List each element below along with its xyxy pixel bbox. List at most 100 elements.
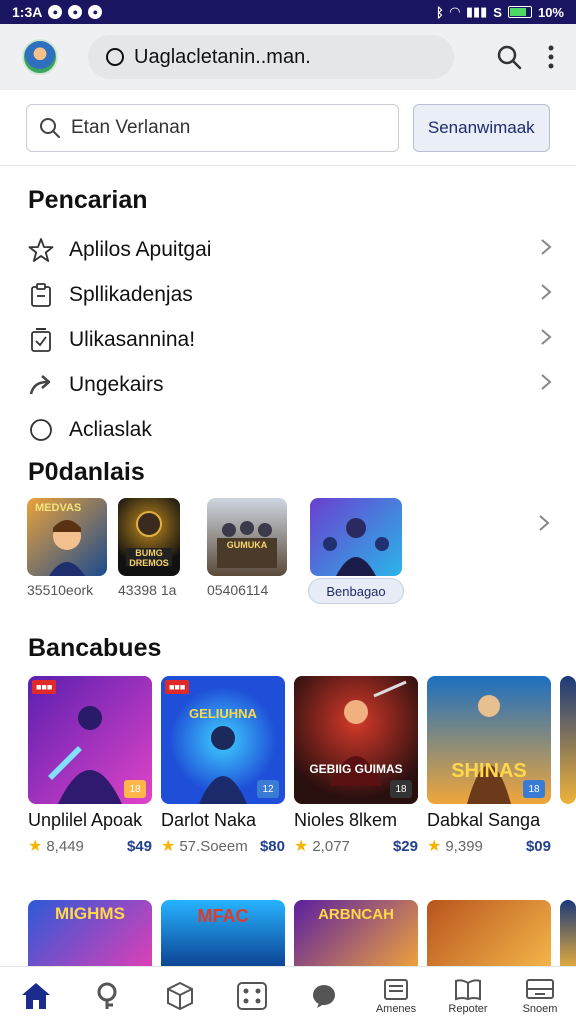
menu-item-aktifitas[interactable]: Acliaslak	[28, 410, 552, 450]
game-card-rating: 8,449	[46, 837, 84, 855]
nav-dice[interactable]	[220, 981, 284, 1011]
game-card-title[interactable]: Unplilel Apoak	[28, 810, 142, 831]
bluetooth-icon: ᛒ	[436, 4, 444, 20]
game-card-image[interactable]: SHINAS 18	[427, 676, 551, 804]
menu-item-unggahan[interactable]: Ungekairs	[28, 365, 552, 405]
game-card-image[interactable]	[427, 900, 551, 972]
nav-cube[interactable]	[148, 981, 212, 1011]
bottom-nav: Amenes Repoter Snoem	[0, 966, 576, 1024]
menu-item-aplikasi[interactable]: Aplilos Apuitgai	[28, 230, 552, 270]
nav-home[interactable]	[4, 981, 68, 1011]
nav-repoter[interactable]: Repoter	[436, 977, 500, 1015]
avatar[interactable]	[22, 39, 58, 75]
url-field[interactable]: Uaglacletanin..man.	[88, 35, 454, 79]
status-bar: 1:3A ● ● ● ᛒ ◠ ▮▮▮ S 10%	[0, 0, 576, 24]
game-card-price: $49	[126, 837, 152, 855]
nav-chat[interactable]	[292, 983, 356, 1009]
thumb-caption: 05406114	[207, 582, 269, 598]
url-text: Uaglacletanin..man.	[134, 45, 311, 68]
game-card-meta: ★ 57.Soeem $80	[161, 836, 285, 856]
menu-item-label: Ungekairs	[69, 373, 164, 396]
search-icon	[39, 117, 61, 139]
new-badge: ■■■	[165, 680, 190, 694]
game-card-title[interactable]: Darlot Naka	[161, 810, 256, 831]
nav-label: Amenes	[375, 1002, 417, 1015]
game-thumb[interactable]	[310, 498, 402, 576]
game-card-meta: ★ 8,449 $49	[28, 836, 152, 856]
search-input[interactable]: Etan Verlanan	[26, 103, 399, 152]
thumb-caption: 35510eork	[27, 582, 94, 598]
game-thumb[interactable]: BUMG DREMOS	[118, 498, 180, 576]
age-rating-icon: 18	[124, 780, 146, 798]
game-thumb[interactable]: GUMUKA	[207, 498, 287, 576]
battery-text: 10%	[537, 4, 564, 20]
nav-amenes[interactable]: Amenes	[364, 977, 428, 1015]
game-card-price: $09	[525, 837, 551, 855]
menu-item-label: Ulikasannina!	[69, 328, 196, 351]
game-thumb-title: BUMG DREMOS	[129, 548, 169, 568]
tray-icon	[525, 977, 555, 1001]
nav-key[interactable]	[76, 981, 140, 1011]
circle-icon	[28, 417, 54, 443]
game-card-art-title: GELIUHNA	[189, 706, 257, 721]
subscribe-chip[interactable]: Benbagao	[308, 578, 404, 604]
game-card-price: $29	[392, 837, 418, 855]
search-button[interactable]: Senanwimaak	[412, 103, 550, 152]
menu-item-spesifikasi[interactable]: Spllikadenjas	[28, 275, 552, 315]
nav-snoem[interactable]: Snoem	[508, 977, 572, 1015]
search-placeholder: Etan Verlanan	[71, 116, 191, 138]
menu-item-label: Spllikadenjas	[69, 283, 193, 306]
game-card-title[interactable]: Dabkal Sanga	[427, 810, 540, 831]
game-card-image[interactable]: ARBNCAH	[294, 900, 418, 972]
game-card-image[interactable]: MFAC	[161, 900, 285, 972]
game-card-image[interactable]: ■■■ GELIUHNA 12	[161, 676, 285, 804]
menu-item-label: Acliaslak	[69, 418, 152, 441]
game-card-rating: 2,077	[312, 837, 350, 855]
game-card-rating: 9,399	[445, 837, 483, 855]
game-thumb-title: MEDVAS	[35, 502, 82, 514]
game-card-image[interactable]	[560, 676, 576, 804]
game-card-rating: 57.Soeem	[179, 837, 248, 855]
new-badge: ■■■	[32, 680, 57, 694]
checklist-icon	[28, 327, 54, 353]
notification-icon: ●	[88, 5, 103, 19]
section-title-pencarian: Pencarian	[28, 186, 148, 214]
list-icon	[383, 977, 409, 1001]
game-card-art-title: ARBNCAH	[318, 906, 394, 923]
game-card-title[interactable]: Nioles 8lkem	[294, 810, 397, 831]
game-card-image[interactable]: ■■■ 18	[28, 676, 152, 804]
status-left: 1:3A ● ● ●	[12, 4, 103, 20]
notification-icon: ●	[68, 5, 83, 19]
nav-label: Repoter	[448, 1002, 488, 1015]
game-thumb[interactable]: MEDVAS	[27, 498, 107, 576]
search-icon[interactable]	[496, 44, 522, 70]
cube-icon	[166, 981, 194, 1011]
section-title-popular: P0danlais	[28, 458, 145, 486]
clipboard-icon	[28, 282, 54, 308]
dice-icon	[236, 981, 268, 1011]
section-title-bancabues: Bancabues	[28, 634, 162, 662]
game-card-meta: ★ 2,077 $29	[294, 836, 418, 856]
toolbar-actions	[496, 44, 554, 70]
game-card-art-title: MIGHMS	[55, 904, 125, 923]
browser-toolbar: Uaglacletanin..man.	[0, 24, 576, 90]
key-icon	[94, 981, 122, 1011]
game-card-image[interactable]: MIGHMS	[28, 900, 152, 972]
game-card-meta: ★ 9,399 $09	[427, 836, 551, 856]
age-rating-icon: 12	[257, 780, 279, 798]
more-vert-icon[interactable]	[548, 45, 554, 69]
chevron-right-icon	[540, 373, 552, 397]
menu-item-klasifikasi[interactable]: Ulikasannina!	[28, 320, 552, 360]
chevron-right-icon[interactable]	[538, 514, 550, 537]
status-time: 1:3A	[12, 4, 43, 20]
search-form: Etan Verlanan Senanwimaak	[0, 90, 576, 166]
game-thumb-title: GUMUKA	[226, 540, 268, 550]
game-card-image[interactable]: GEBIIG GUIMAS 18	[294, 676, 418, 804]
wifi-icon: ◠	[449, 4, 460, 19]
game-card-image[interactable]	[560, 900, 576, 972]
star-icon: ★	[161, 838, 176, 855]
chevron-right-icon	[540, 328, 552, 352]
star-icon	[28, 237, 54, 263]
status-right: ᛒ ◠ ▮▮▮ S 10%	[436, 4, 564, 20]
game-card-price: $80	[259, 837, 285, 855]
